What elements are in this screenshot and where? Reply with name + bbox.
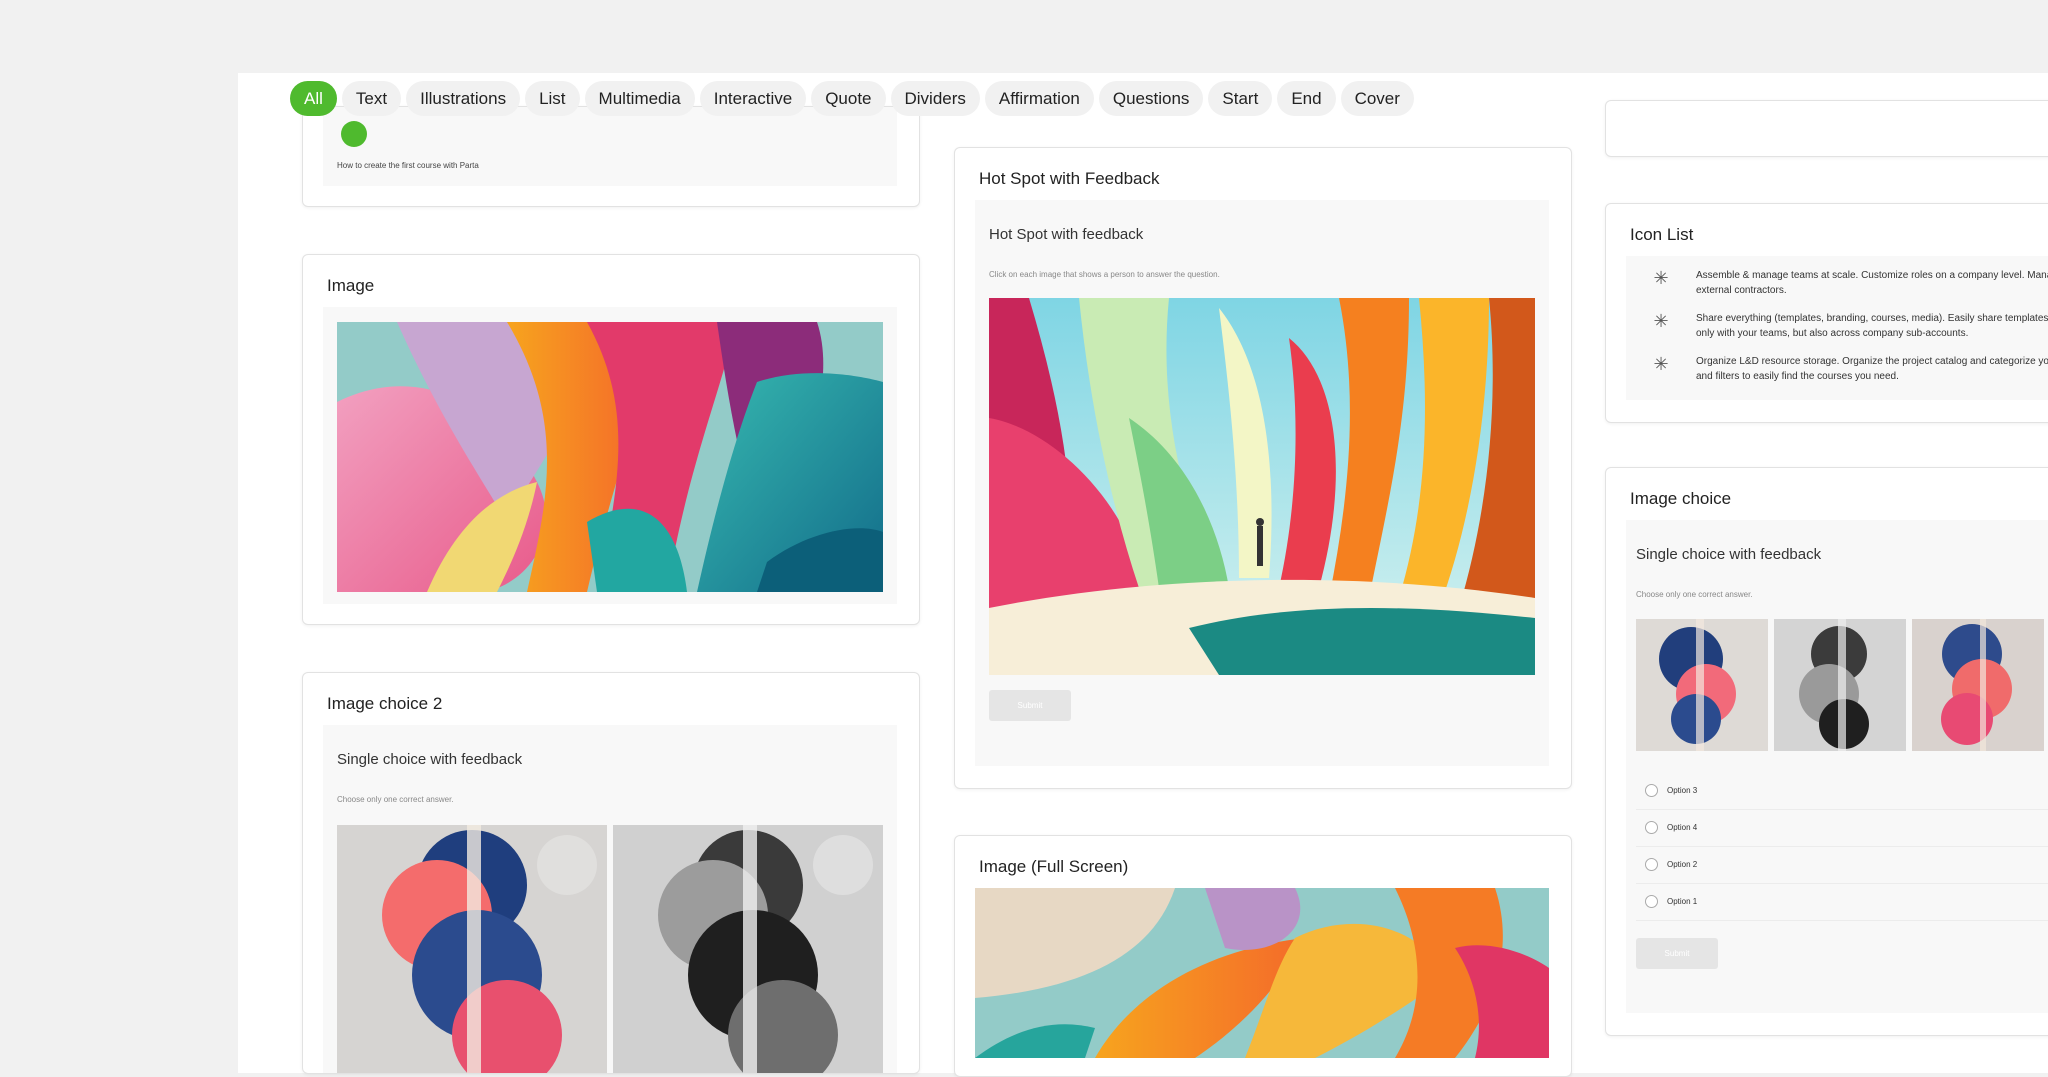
option-row[interactable]: Option 1	[1636, 883, 2048, 921]
tab-questions[interactable]: Questions	[1098, 81, 1204, 116]
option-row[interactable]: Option 4	[1636, 809, 2048, 847]
radio-button[interactable]	[1645, 784, 1658, 797]
hot-spot-image[interactable]	[989, 298, 1535, 675]
image-choice-2-body: Single choice with feedback Choose only …	[323, 725, 897, 1073]
image-card[interactable]: Image	[302, 254, 920, 625]
choice-image-2[interactable]	[1774, 619, 1906, 751]
card-title: Image (Full Screen)	[979, 857, 1129, 876]
tab-start[interactable]: Start	[1208, 81, 1273, 116]
radio-button[interactable]	[1645, 895, 1658, 908]
question-title: Single choice with feedback	[337, 751, 523, 768]
question-subtitle: Click on each image that shows a person …	[989, 270, 1220, 279]
question-subtitle: Choose only one correct answer.	[337, 795, 454, 804]
tab-cover[interactable]: Cover	[1340, 81, 1414, 116]
green-dot-icon	[341, 121, 367, 147]
choice-image-1[interactable]	[1636, 619, 1768, 751]
card-title: Image choice 2	[327, 694, 443, 713]
hot-spot-body: Hot Spot with feedback Click on each ima…	[975, 200, 1549, 766]
abstract-image	[337, 322, 883, 592]
option-row[interactable]: Option 3	[1636, 772, 2048, 810]
tab-end[interactable]: End	[1277, 81, 1336, 116]
hot-spot-card[interactable]: Hot Spot with Feedback Hot Spot with fee…	[954, 147, 1572, 789]
image-full-screen-card[interactable]: Image (Full Screen)	[954, 835, 1572, 1077]
tab-interactive[interactable]: Interactive	[699, 81, 807, 116]
tab-list[interactable]: List	[525, 81, 580, 116]
card-title: Image choice	[1630, 489, 1732, 508]
asterisk-icon: ✳	[1653, 354, 1669, 374]
image-choice-body: Single choice with feedback Choose only …	[1626, 520, 2048, 1013]
tab-affirmation[interactable]: Affirmation	[984, 81, 1094, 116]
image-choice-card[interactable]: Image choice Single choice with feedback…	[1605, 467, 2048, 1036]
asterisk-icon: ✳	[1653, 311, 1669, 331]
asterisk-icon: ✳	[1653, 268, 1669, 288]
filter-tabs: All Text Illustrations List Multimedia Intera…	[290, 81, 1414, 116]
tab-multimedia[interactable]: Multimedia	[584, 81, 695, 116]
radio-button[interactable]	[1645, 858, 1658, 871]
question-subtitle: Choose only one correct answer.	[1636, 590, 1753, 599]
tab-text[interactable]: Text	[341, 81, 402, 116]
icon-list-card[interactable]: Icon List ✳ Assemble & manage teams at s…	[1605, 203, 2048, 423]
full-screen-image	[975, 888, 1549, 1058]
card-title: Icon List	[1630, 225, 1694, 244]
icon-list-body: ✳ Assemble & manage teams at scale. Cust…	[1626, 256, 2048, 400]
radio-button[interactable]	[1645, 821, 1658, 834]
choice-image-1[interactable]	[337, 825, 607, 1073]
image-card-body	[323, 307, 897, 604]
image-choice-2-card[interactable]: Image choice 2 Single choice with feedba…	[302, 672, 920, 1074]
tab-dividers[interactable]: Dividers	[890, 81, 980, 116]
course-card[interactable]: How to create the first course with Part…	[302, 106, 920, 207]
submit-button[interactable]: Submit	[989, 690, 1071, 721]
icon-list-item: ✳ Organize L&D resource storage. Organiz…	[1626, 354, 2048, 384]
choice-image-2[interactable]	[613, 825, 883, 1073]
option-row[interactable]: Option 2	[1636, 846, 2048, 884]
course-card-text: How to create the first course with Part…	[337, 161, 479, 170]
card-title: Image	[327, 276, 375, 295]
submit-button[interactable]: Submit	[1636, 938, 1718, 969]
question-title: Hot Spot with feedback	[989, 226, 1144, 243]
question-title: Single choice with feedback	[1636, 546, 1822, 563]
card-title: Hot Spot with Feedback	[979, 169, 1160, 188]
icon-list-item: ✳ Share everything (templates, branding,…	[1626, 311, 2048, 341]
tab-quote[interactable]: Quote	[811, 81, 886, 116]
icon-list-item: ✳ Assemble & manage teams at scale. Cust…	[1626, 268, 2048, 298]
tab-illustrations[interactable]: Illustrations	[406, 81, 521, 116]
top-right-card[interactable]	[1605, 100, 2048, 157]
course-card-body: How to create the first course with Part…	[323, 107, 897, 186]
tab-all[interactable]: All	[290, 81, 337, 116]
choice-image-3[interactable]	[1912, 619, 2044, 751]
